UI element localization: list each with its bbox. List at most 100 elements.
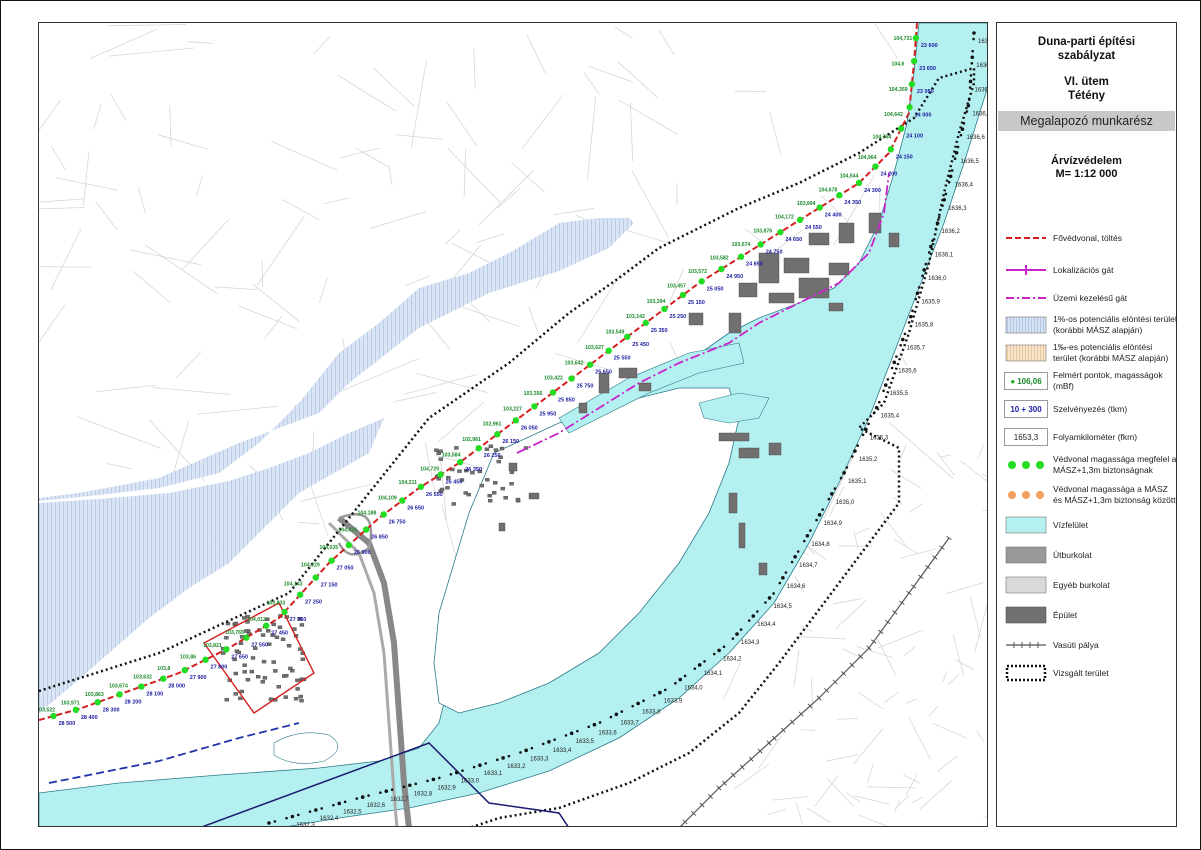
survey-point-sample: 106,06: [1017, 376, 1042, 386]
river-km-dot: [895, 355, 898, 358]
chainage-label: 24 350: [844, 200, 861, 206]
street-segment: [145, 244, 218, 295]
house: [457, 469, 462, 473]
river-km-dot: [379, 791, 382, 794]
house: [276, 684, 281, 689]
river-km-dot: [478, 763, 482, 768]
dike-point: [897, 125, 905, 132]
chainage-label: 27 150: [321, 583, 338, 589]
chainage-label: 24 150: [896, 154, 913, 160]
river-km-dot: [722, 645, 726, 649]
river-km-label: 1633,4: [553, 748, 572, 754]
house: [233, 671, 238, 676]
river-km-dot: [367, 794, 370, 797]
river-km-dot: [948, 174, 953, 179]
house: [295, 687, 300, 691]
house: [238, 696, 243, 701]
legend-label: Fővédvonal, töltés: [1053, 232, 1122, 243]
river-km-dot: [892, 360, 897, 365]
dike-point: [910, 57, 918, 65]
street-segment: [355, 147, 389, 168]
elevation-label: 104,678: [819, 188, 838, 194]
dike-point: [494, 431, 501, 438]
map-panel[interactable]: 23 600 23 650 23 950 24 000 24 100 24 150 24 2…: [38, 22, 988, 827]
river-km-dot: [703, 660, 706, 663]
industrial-building: [828, 262, 850, 276]
house: [487, 493, 492, 498]
elevation-label: 103,394: [647, 299, 666, 305]
elevation-label: 104,076: [338, 528, 357, 534]
river-km-dot: [296, 813, 300, 817]
railway-symbol: [1006, 642, 1046, 648]
chainage-label: 23 650: [919, 66, 936, 72]
chainage-symbol: 10 + 300: [1004, 400, 1048, 418]
river-km-label: 1636,5: [961, 159, 980, 165]
chainage-label: 24 400: [825, 213, 842, 219]
house: [496, 459, 501, 464]
dike-point: [642, 319, 650, 327]
river-km-dot: [934, 227, 938, 231]
legend-district: Tétény: [1067, 90, 1106, 102]
street-segment: [832, 598, 862, 605]
street-segment: [894, 539, 919, 555]
house: [245, 677, 251, 682]
elevation-label: 104,012: [247, 617, 266, 623]
river-km-dot: [778, 581, 782, 585]
small-island: [273, 732, 339, 764]
house: [243, 629, 249, 633]
street-segment: [856, 527, 870, 534]
river-km-dot: [587, 725, 591, 729]
river-km-dot: [922, 268, 926, 272]
street-segment: [169, 106, 172, 146]
street-segment: [451, 243, 494, 265]
house: [503, 496, 508, 500]
house: [488, 444, 494, 448]
chainage-label: 27 550: [251, 643, 268, 649]
river-km-label: 1634,6: [787, 584, 806, 590]
house: [515, 497, 521, 502]
river-km-dot: [781, 575, 785, 580]
river-km-label: 1636,1: [935, 253, 954, 259]
river-km-dot: [966, 103, 971, 108]
industrial-building: [598, 372, 610, 394]
river-km-dot: [414, 782, 418, 786]
industrial-building: [808, 232, 830, 246]
industrial-building: [528, 492, 540, 500]
street-segment: [447, 148, 501, 203]
river-km-dot: [914, 297, 918, 301]
street-segment: [478, 170, 534, 226]
chainage-label: 25 950: [539, 411, 556, 417]
chainage-label: 28 100: [146, 692, 163, 698]
street-segment: [835, 599, 867, 629]
river-km-label: 1634,4: [757, 622, 776, 628]
flood-1permil-symbol: [1005, 344, 1047, 362]
river-km-dot: [320, 807, 323, 810]
river-km-dot: [883, 383, 888, 387]
main-dike-symbol: [1006, 237, 1046, 239]
river-km-label: 1634,1: [704, 671, 723, 677]
industrial-building: [758, 252, 780, 284]
river-km-label: 1636,4: [955, 182, 974, 188]
chainage-label: 26 350: [465, 467, 482, 473]
dike-point: [908, 80, 916, 88]
river-km-label: 1634,9: [824, 521, 843, 527]
map-canvas[interactable]: 23 600 23 650 23 950 24 000 24 100 24 150 24 2…: [39, 23, 988, 827]
street-segment: [238, 305, 298, 330]
river-km-dot: [947, 180, 951, 184]
chainage-sample: 10 + 300: [1010, 404, 1042, 414]
elevation-label: 102,961: [483, 422, 502, 428]
river-km-dot: [827, 497, 831, 501]
river-km-label: 1633,0: [461, 778, 480, 784]
dike-point: [116, 691, 123, 698]
chainage-label: 28 300: [103, 707, 120, 713]
street-segment: [856, 646, 893, 658]
street-segment: [843, 648, 862, 659]
chainage-label: 26 450: [446, 479, 463, 485]
street-segment: [528, 306, 539, 334]
building-symbol: [1005, 606, 1047, 624]
river-km-label: 1636,2: [942, 229, 961, 235]
river-km-label: 1633,5: [576, 739, 595, 745]
river-km-label: 1632,6: [367, 803, 386, 809]
street-segment: [826, 777, 855, 807]
elevation-label: 104,764: [873, 135, 892, 141]
